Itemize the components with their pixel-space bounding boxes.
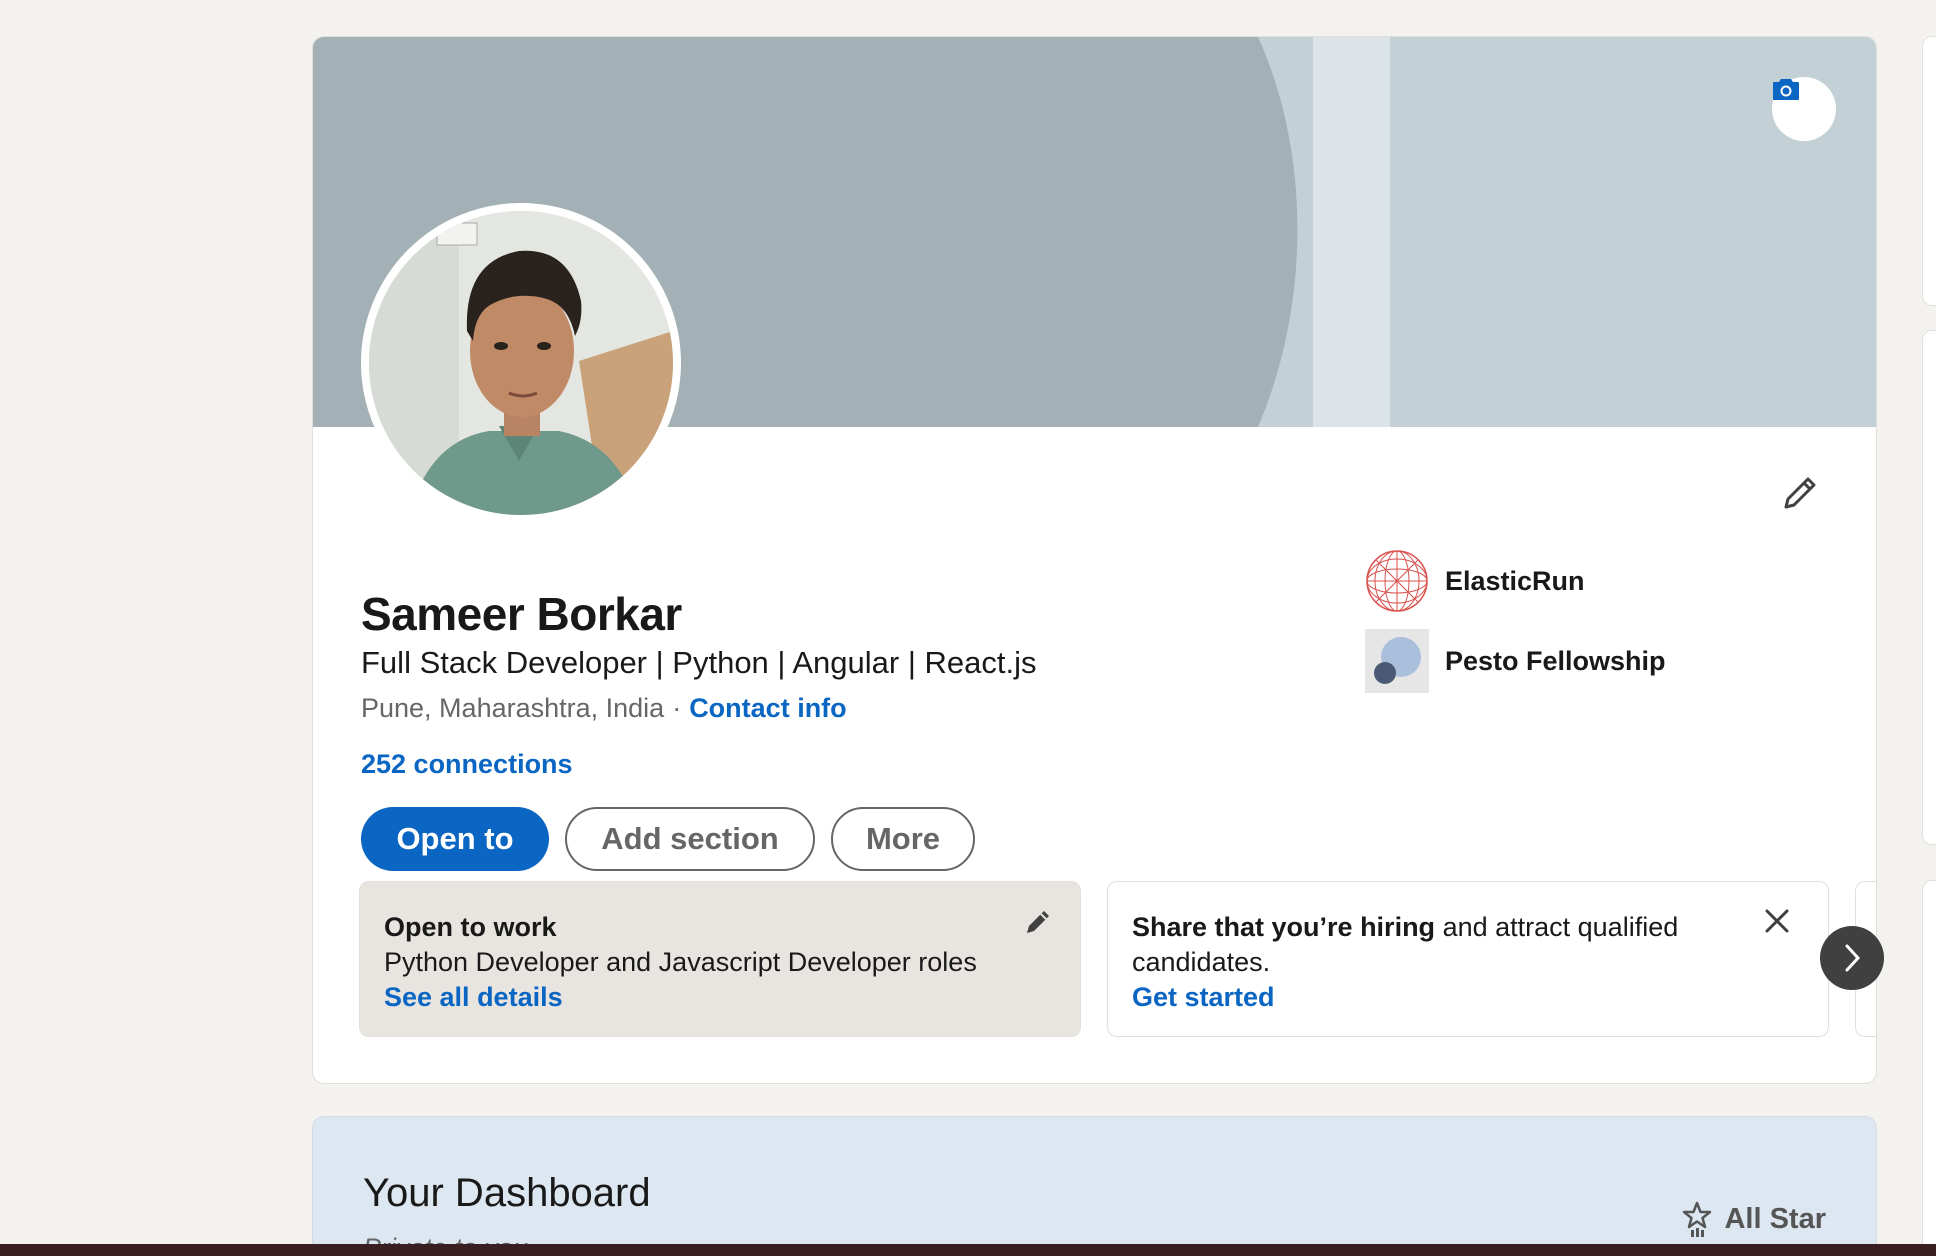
all-star-label: All Star xyxy=(1724,1202,1826,1235)
company-name: Pesto Fellowship xyxy=(1445,645,1666,676)
right-rail-edge-top xyxy=(1922,36,1936,306)
share-hiring-card[interactable]: Share that you’re hiring and attract qua… xyxy=(1107,881,1829,1037)
profile-card: Sameer Borkar Full Stack Developer | Pyt… xyxy=(312,36,1877,1084)
open-to-work-title: Open to work xyxy=(384,912,557,942)
pesto-logo-icon xyxy=(1365,629,1429,693)
open-to-work-card[interactable]: Open to work Python Developer and Javasc… xyxy=(359,881,1081,1037)
company-item-elasticrun[interactable]: ElasticRun xyxy=(1365,549,1666,613)
company-name: ElasticRun xyxy=(1445,565,1585,596)
see-all-details-link[interactable]: See all details xyxy=(384,980,1056,1015)
add-section-button[interactable]: Add section xyxy=(565,807,815,871)
profile-name: Sameer Borkar xyxy=(361,588,682,640)
profile-headline: Full Stack Developer | Python | Angular … xyxy=(361,645,1037,680)
dashboard-section: Your Dashboard Private to you All Star xyxy=(312,1116,1877,1256)
elasticrun-logo-icon xyxy=(1365,549,1429,613)
share-hiring-title-bold: Share that you’re hiring xyxy=(1132,912,1436,942)
carousel-next-button[interactable] xyxy=(1820,926,1884,990)
close-icon xyxy=(1765,909,1789,933)
separator-dot: · xyxy=(672,693,682,723)
right-rail-edge-bottom xyxy=(1922,880,1936,1256)
profile-photo-image xyxy=(369,211,673,515)
pencil-icon xyxy=(1784,477,1816,509)
company-list: ElasticRun Pesto Fellowship xyxy=(1365,549,1666,709)
edit-banner-button[interactable] xyxy=(1772,77,1836,141)
star-icon xyxy=(1683,1201,1712,1237)
chevron-right-icon xyxy=(1845,944,1861,972)
dashboard-title: Your Dashboard xyxy=(363,1171,651,1215)
location-row: Pune, Maharashtra, India · Contact info xyxy=(361,693,847,724)
connections-link[interactable]: 252 connections xyxy=(361,749,573,780)
window-bottom-edge xyxy=(0,1244,1936,1256)
profile-cards-carousel: Open to work Python Developer and Javasc… xyxy=(359,881,1876,1041)
open-to-work-description: Python Developer and Javascript Develope… xyxy=(384,947,977,977)
right-rail-edge-middle xyxy=(1922,330,1936,845)
get-started-link[interactable]: Get started xyxy=(1132,980,1804,1015)
more-button[interactable]: More xyxy=(831,807,975,871)
camera-icon xyxy=(1773,79,1799,100)
share-hiring-text: Share that you’re hiring and attract qua… xyxy=(1132,910,1804,980)
open-to-button[interactable]: Open to xyxy=(361,807,549,871)
company-item-pesto[interactable]: Pesto Fellowship xyxy=(1365,629,1666,693)
dismiss-hiring-card-button[interactable] xyxy=(1762,906,1798,942)
profile-photo[interactable] xyxy=(361,203,681,523)
profile-actions: Open to Add section More xyxy=(361,807,975,871)
profile-location: Pune, Maharashtra, India xyxy=(361,693,665,723)
edit-open-to-work-button[interactable] xyxy=(1022,906,1058,942)
pencil-icon xyxy=(1027,911,1049,933)
all-star-badge[interactable]: All Star xyxy=(1682,1201,1826,1237)
edit-intro-button[interactable] xyxy=(1772,465,1828,521)
contact-info-link[interactable]: Contact info xyxy=(689,693,846,723)
